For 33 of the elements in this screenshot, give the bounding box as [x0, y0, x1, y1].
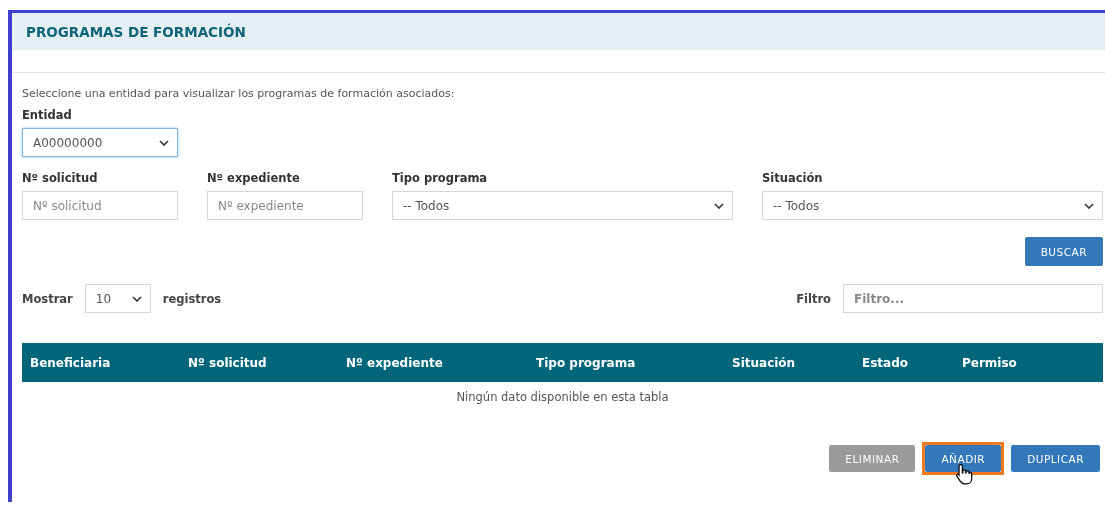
panel-title: PROGRAMAS DE FORMACIÓN — [26, 23, 246, 40]
action-button[interactable]: DUPLICAR — [1011, 445, 1100, 472]
instruction-text: Seleccione una entidad para visualizar los programas de formación asociados: — [22, 87, 456, 100]
column-header: Situación — [732, 355, 797, 370]
page-size-select[interactable]: 10 — [84, 284, 151, 313]
show-label: Mostrar — [22, 291, 73, 306]
filter-field[interactable]: Filtro... — [843, 284, 1103, 313]
select-field[interactable]: -- Todos — [392, 191, 733, 220]
chevron-down-icon — [131, 295, 142, 302]
select-field[interactable]: -- Todos — [762, 191, 1103, 220]
chevron-down-icon — [714, 202, 724, 209]
chevron-down-icon — [1084, 202, 1094, 209]
field-label: Nº expediente — [207, 171, 301, 185]
column-header: Estado — [862, 355, 909, 370]
entity-select[interactable]: A00000000 — [22, 128, 178, 157]
field-label: Entidad — [22, 108, 73, 122]
column-header: Beneficiaria — [30, 355, 112, 370]
hand-cursor-icon — [955, 463, 974, 485]
filter-label: Filtro — [796, 291, 831, 306]
search-button[interactable]: BUSCAR — [1024, 237, 1103, 266]
field-label: Nº solicitud — [22, 171, 99, 185]
field-label: Tipo programa — [392, 171, 489, 185]
column-header: Nº expediente — [346, 355, 444, 370]
column-header: Tipo programa — [536, 355, 637, 370]
input-field[interactable]: Nº expediente — [207, 191, 363, 220]
records-label: registros — [162, 291, 222, 306]
column-header: Permiso — [962, 355, 1018, 370]
chevron-down-icon — [159, 139, 169, 146]
action-button[interactable]: AÑADIR — [925, 445, 1002, 472]
field-label: Situación — [762, 171, 824, 185]
column-header: Nº solicitud — [188, 355, 268, 370]
empty-message: Ningún dato disponible en esta tabla — [456, 390, 669, 404]
input-field[interactable]: Nº solicitud — [22, 191, 178, 220]
